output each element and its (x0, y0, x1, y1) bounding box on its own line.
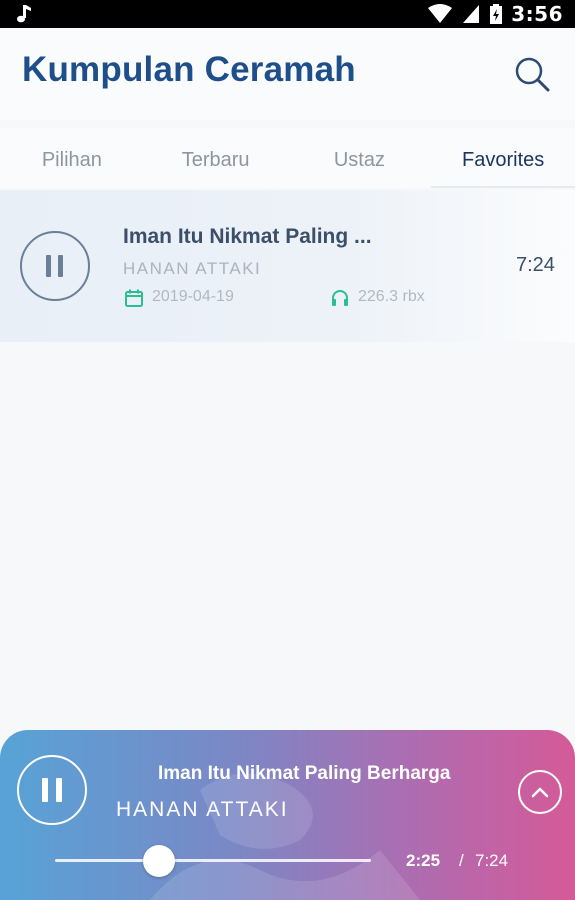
search-button[interactable] (510, 53, 554, 97)
signal-icon (463, 5, 480, 23)
page-title: Kumpulan Ceramah (22, 50, 356, 89)
item-pause-button[interactable] (20, 231, 90, 301)
tab-favorites[interactable]: Favorites (431, 128, 575, 188)
status-bar-right: 3:56 (427, 0, 563, 28)
seek-track[interactable] (55, 859, 371, 862)
item-listens: 226.3 rbx (358, 288, 425, 305)
mini-player[interactable]: Iman Itu Nikmat Paling Berharga HANAN AT… (0, 730, 575, 900)
item-date: 2019-04-19 (152, 288, 234, 305)
calendar-icon (125, 289, 143, 307)
app-screen: 3:56 Kumpulan Ceramah Pilihan Terbaru Us… (0, 0, 575, 900)
tab-ustaz[interactable]: Ustaz (288, 128, 432, 188)
wifi-icon (428, 4, 453, 23)
item-title: Iman Itu Nikmat Paling ... (123, 225, 372, 248)
app-header: Kumpulan Ceramah (0, 28, 575, 120)
tab-terbaru[interactable]: Terbaru (144, 128, 288, 188)
status-bar-left (12, 0, 34, 28)
music-note-icon (17, 5, 31, 23)
tab-bar: Pilihan Terbaru Ustaz Favorites (0, 128, 575, 188)
chevron-up-icon (531, 787, 549, 798)
expand-player-button[interactable] (518, 770, 562, 814)
search-icon (515, 57, 550, 92)
item-artist: HANAN ATTAKI (123, 259, 262, 278)
battery-icon (490, 4, 503, 24)
pause-icon (46, 255, 63, 277)
status-bar: 3:56 (0, 0, 575, 28)
player-title: Iman Itu Nikmat Paling Berharga (158, 763, 451, 784)
item-duration: 7:24 (516, 254, 555, 276)
pause-icon (42, 778, 62, 802)
total-time: 7:24 (475, 851, 509, 870)
tab-pilihan[interactable]: Pilihan (0, 128, 144, 188)
player-artist: HANAN ATTAKI (116, 798, 289, 821)
status-time: 3:56 (511, 2, 563, 26)
time-separator: / (459, 851, 464, 870)
current-time: 2:25 (406, 851, 441, 870)
player-pause-button[interactable] (17, 755, 87, 825)
headphones-icon (332, 290, 348, 306)
